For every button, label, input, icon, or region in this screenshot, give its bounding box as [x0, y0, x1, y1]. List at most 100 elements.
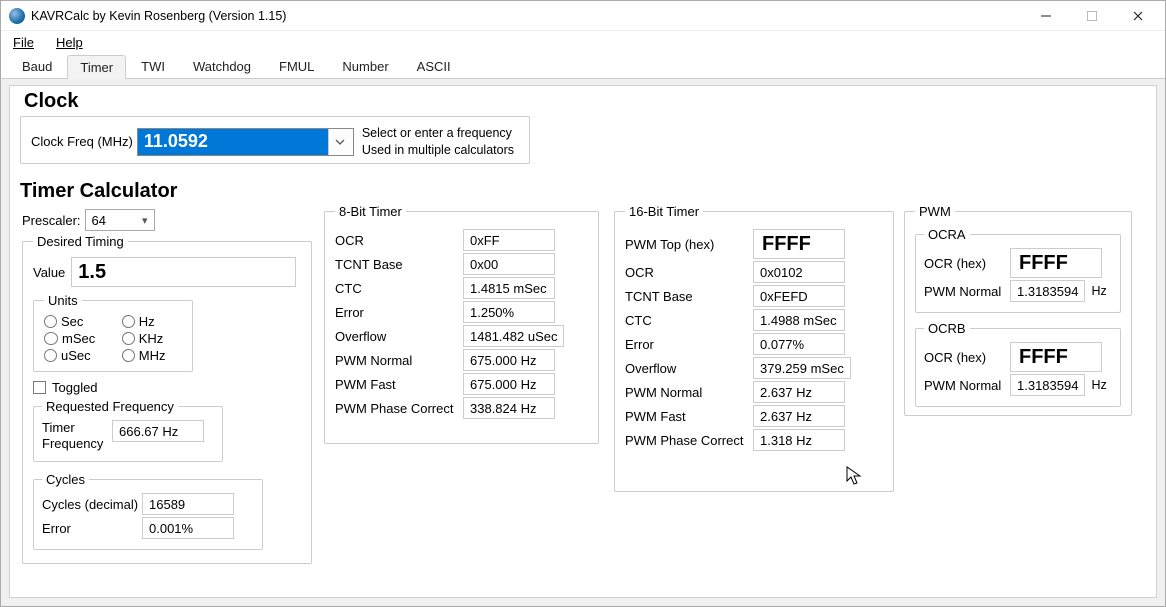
prescaler-value: 64	[92, 213, 106, 228]
tab-fmul[interactable]: FMUL	[266, 54, 327, 78]
tab-timer[interactable]: Timer	[67, 55, 126, 79]
window-title: KAVRCalc by Kevin Rosenberg (Version 1.1…	[31, 9, 286, 23]
t8-ocr: 0xFF	[463, 229, 555, 251]
menu-file[interactable]: File	[7, 33, 40, 52]
tab-number[interactable]: Number	[329, 54, 401, 78]
value-label: Value	[33, 265, 65, 280]
tab-watchdog[interactable]: Watchdog	[180, 54, 264, 78]
ocrb-group: OCRB OCR (hex)FFFF PWM Normal1.3183594 Hz	[915, 321, 1121, 407]
t8-pwmf: 675.000 Hz	[463, 373, 555, 395]
t16-pwmf-label: PWM Fast	[625, 409, 753, 424]
tab-ascii[interactable]: ASCII	[404, 54, 464, 78]
ocrb-legend: OCRB	[924, 321, 970, 336]
t16-ctc-label: CTC	[625, 313, 753, 328]
cycles-label: Cycles (decimal)	[42, 497, 142, 512]
req-freq-legend: Requested Frequency	[42, 399, 178, 414]
unit-mhz[interactable]: MHz	[122, 348, 182, 363]
t16-err-label: Error	[625, 337, 753, 352]
t8-tcnt-label: TCNT Base	[335, 257, 463, 272]
ocra-legend: OCRA	[924, 227, 970, 242]
title-bar: KAVRCalc by Kevin Rosenberg (Version 1.1…	[1, 1, 1165, 31]
t16-pwmp-label: PWM Phase Correct	[625, 433, 753, 448]
ocrb-n-unit: Hz	[1091, 378, 1106, 392]
t8-ctc: 1.4815 mSec	[463, 277, 555, 299]
t8-pwmp-label: PWM Phase Correct	[335, 401, 463, 416]
ocra-hex-label: OCR (hex)	[924, 256, 1010, 271]
unit-hz[interactable]: Hz	[122, 314, 182, 329]
unit-msec[interactable]: mSec	[44, 331, 112, 346]
value-input[interactable]: 1.5	[71, 257, 296, 287]
timer8-legend: 8-Bit Timer	[335, 204, 406, 219]
t16-ctc: 1.4988 mSec	[753, 309, 845, 331]
t16-tcnt-label: TCNT Base	[625, 289, 753, 304]
t16-pwmp: 1.318 Hz	[753, 429, 845, 451]
t16-ovf-label: Overflow	[625, 361, 753, 376]
chevron-down-icon[interactable]	[328, 129, 352, 155]
tab-strip: Baud Timer TWI Watchdog FMUL Number ASCI…	[1, 53, 1165, 79]
menu-bar: File Help	[1, 31, 1165, 53]
unit-khz[interactable]: KHz	[122, 331, 182, 346]
cycles-err-label: Error	[42, 521, 142, 536]
t8-err-label: Error	[335, 305, 463, 320]
timer8-group: 8-Bit Timer OCR0xFF TCNT Base0x00 CTC1.4…	[324, 204, 599, 444]
prescaler-select[interactable]: 64 ▾	[85, 209, 155, 231]
window-controls	[1023, 1, 1161, 31]
ocra-hex[interactable]: FFFF	[1010, 248, 1102, 278]
t8-pwmn: 675.000 Hz	[463, 349, 555, 371]
cycles-group: Cycles Cycles (decimal)16589 Error0.001%	[33, 472, 263, 550]
t8-ocr-label: OCR	[335, 233, 463, 248]
t8-ctc-label: CTC	[335, 281, 463, 296]
units-group: Units Sec Hz mSec KHz uSec MHz	[33, 293, 193, 372]
clock-freq-input[interactable]	[138, 129, 328, 155]
minimize-button[interactable]	[1023, 1, 1069, 31]
t16-ocr-label: OCR	[625, 265, 753, 280]
clock-group: Clock Freq (MHz) Select or enter a frequ…	[20, 116, 530, 164]
req-freq-value: 666.67 Hz	[112, 420, 204, 442]
t16-pwmn: 2.637 Hz	[753, 381, 845, 403]
clock-heading: Clock	[24, 90, 78, 113]
ocra-group: OCRA OCR (hex)FFFF PWM Normal1.3183594 Hz	[915, 227, 1121, 313]
close-button[interactable]	[1115, 1, 1161, 31]
pwm-legend: PWM	[915, 204, 955, 219]
units-legend: Units	[44, 293, 82, 308]
cycles-err-value: 0.001%	[142, 517, 234, 539]
t16-top-label: PWM Top (hex)	[625, 237, 753, 252]
ocra-n: 1.3183594	[1010, 280, 1085, 302]
clock-help-1: Select or enter a frequency	[362, 125, 514, 142]
unit-usec[interactable]: uSec	[44, 348, 112, 363]
t8-ovf-label: Overflow	[335, 329, 463, 344]
t8-pwmn-label: PWM Normal	[335, 353, 463, 368]
timer-heading: Timer Calculator	[20, 180, 177, 203]
toggled-check[interactable]: Toggled	[33, 380, 301, 395]
clock-help-2: Used in multiple calculators	[362, 142, 514, 159]
t16-top[interactable]: FFFF	[753, 229, 845, 259]
maximize-button[interactable]	[1069, 1, 1115, 31]
unit-sec[interactable]: Sec	[44, 314, 112, 329]
tab-twi[interactable]: TWI	[128, 54, 178, 78]
t8-err: 1.250%	[463, 301, 555, 323]
ocrb-hex-label: OCR (hex)	[924, 350, 1010, 365]
t16-ovf: 379.259 mSec	[753, 357, 851, 379]
t8-pwmp: 338.824 Hz	[463, 397, 555, 419]
t16-pwmn-label: PWM Normal	[625, 385, 753, 400]
t16-tcnt: 0xFEFD	[753, 285, 845, 307]
pwm-group: PWM OCRA OCR (hex)FFFF PWM Normal1.31835…	[904, 204, 1132, 416]
ocrb-hex[interactable]: FFFF	[1010, 342, 1102, 372]
menu-help[interactable]: Help	[50, 33, 89, 52]
ocra-n-label: PWM Normal	[924, 284, 1010, 299]
clock-freq-combo[interactable]	[137, 128, 354, 156]
chevron-down-icon: ▾	[142, 214, 148, 227]
t16-err: 0.077%	[753, 333, 845, 355]
cycles-legend: Cycles	[42, 472, 89, 487]
ocrb-n: 1.3183594	[1010, 374, 1085, 396]
desired-legend: Desired Timing	[33, 234, 128, 249]
t8-pwmf-label: PWM Fast	[335, 377, 463, 392]
tab-baud[interactable]: Baud	[9, 54, 65, 78]
cycles-value: 16589	[142, 493, 234, 515]
ocrb-n-label: PWM Normal	[924, 378, 1010, 393]
prescaler-label: Prescaler:	[22, 213, 81, 228]
t8-ovf: 1481.482 uSec	[463, 325, 564, 347]
ocra-n-unit: Hz	[1091, 284, 1106, 298]
app-icon	[9, 8, 25, 24]
clock-help: Select or enter a frequency Used in mult…	[362, 125, 514, 159]
